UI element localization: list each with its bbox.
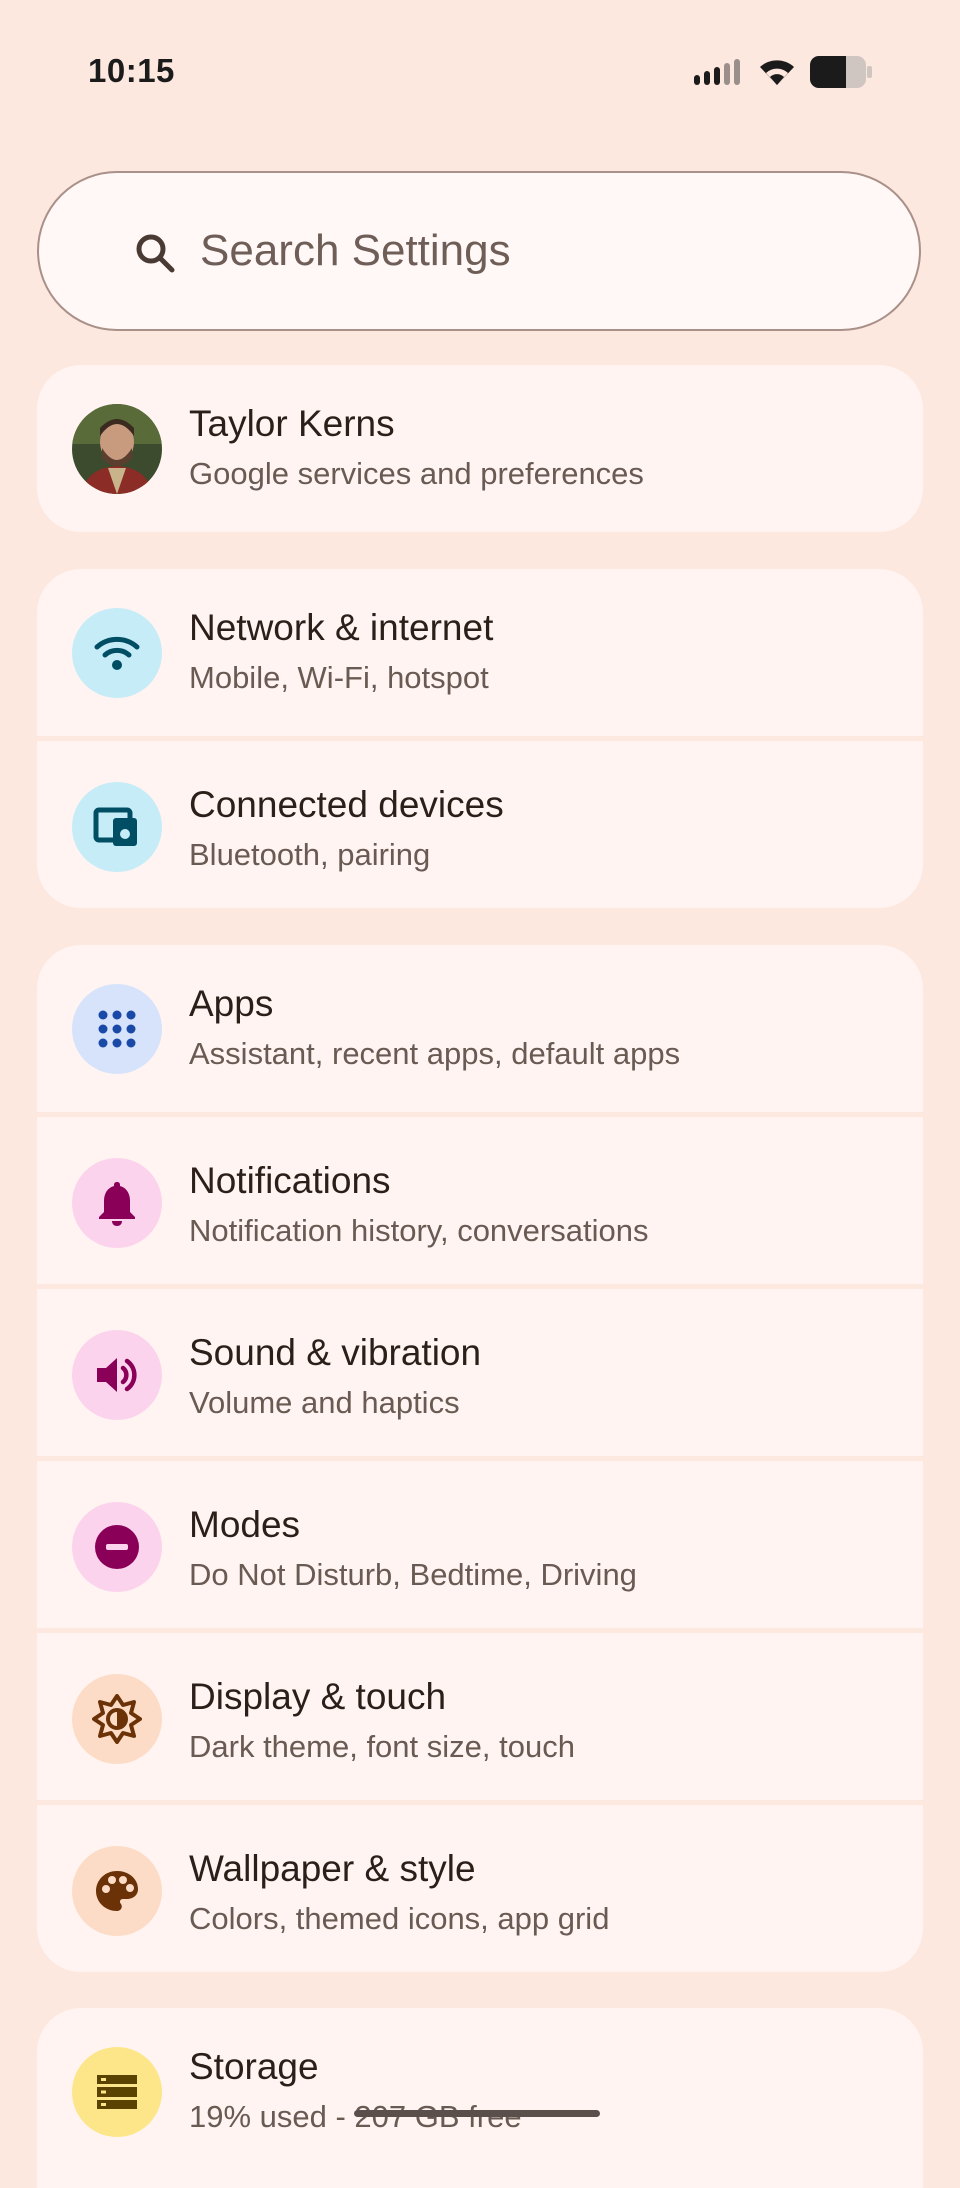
- account-card[interactable]: Taylor Kerns Google services and prefere…: [37, 365, 923, 532]
- settings-item-subtitle: 19% used - 207 GB free: [189, 2099, 522, 2134]
- status-bar: 10:15: [0, 0, 960, 150]
- settings-item-subtitle: Assistant, recent apps, default apps: [189, 1036, 681, 1071]
- account-name: Taylor Kerns: [189, 403, 395, 444]
- settings-item-subtitle: Mobile, Wi-Fi, hotspot: [189, 660, 489, 695]
- speaker-icon: [72, 1329, 162, 1420]
- settings-item-connected-devices[interactable]: Connected devices Bluetooth, pairing: [37, 736, 923, 908]
- do-not-disturb-icon: [72, 1501, 162, 1592]
- apps-grid-icon: [72, 983, 162, 1074]
- settings-item-title: Sound & vibration: [189, 1332, 482, 1373]
- signal-icon: [694, 59, 740, 85]
- settings-item-title: Display & touch: [189, 1676, 447, 1717]
- settings-item-subtitle: Notification history, conversations: [189, 1213, 649, 1248]
- settings-item-subtitle: Bluetooth, pairing: [189, 837, 431, 872]
- settings-item-title: Modes: [189, 1504, 301, 1545]
- status-time: 10:15: [88, 52, 175, 89]
- search-icon: [136, 234, 175, 273]
- settings-item-subtitle: Volume and haptics: [189, 1385, 460, 1420]
- home-gesture-bar[interactable]: [354, 2110, 600, 2117]
- bell-icon: [72, 1157, 162, 1248]
- settings-item-storage[interactable]: Storage 19% used - 207 GB free: [37, 2008, 923, 2175]
- settings-item-subtitle: Do Not Disturb, Bedtime, Driving: [189, 1557, 637, 1592]
- avatar: [72, 403, 162, 494]
- settings-item-apps[interactable]: Apps Assistant, recent apps, default app…: [37, 945, 923, 1112]
- settings-item-display[interactable]: Display & touch Dark theme, font size, t…: [37, 1628, 923, 1800]
- settings-item-wallpaper[interactable]: Wallpaper & style Colors, themed icons, …: [37, 1800, 923, 1972]
- settings-item-title: Storage: [189, 2046, 319, 2087]
- settings-item-notifications[interactable]: Notifications Notification history, conv…: [37, 1112, 923, 1284]
- wifi-icon: [72, 607, 162, 698]
- settings-item-title: Wallpaper & style: [189, 1848, 476, 1889]
- wifi-icon: [760, 60, 794, 85]
- settings-item-title: Connected devices: [189, 784, 504, 825]
- battery-icon: [810, 56, 872, 88]
- settings-item-subtitle: Dark theme, font size, touch: [189, 1729, 575, 1764]
- settings-item-modes[interactable]: Modes Do Not Disturb, Bedtime, Driving: [37, 1456, 923, 1628]
- settings-item-title: Network & internet: [189, 607, 494, 648]
- settings-group-device: Apps Assistant, recent apps, default app…: [37, 945, 923, 1972]
- account-item[interactable]: Taylor Kerns Google services and prefere…: [37, 365, 923, 532]
- settings-item-title: Notifications: [189, 1160, 391, 1201]
- storage-icon: [72, 2046, 162, 2137]
- settings-group-connectivity: Network & internet Mobile, Wi-Fi, hotspo…: [37, 569, 923, 908]
- palette-icon: [72, 1845, 162, 1936]
- settings-item-subtitle: Colors, themed icons, app grid: [189, 1901, 610, 1936]
- search-placeholder: Search Settings: [200, 226, 511, 275]
- connected-devices-icon: [72, 781, 162, 872]
- status-icons: [694, 56, 872, 88]
- account-subtitle: Google services and preferences: [189, 456, 644, 491]
- search-bar[interactable]: Search Settings: [37, 171, 921, 331]
- brightness-icon: [72, 1673, 162, 1764]
- settings-item-network[interactable]: Network & internet Mobile, Wi-Fi, hotspo…: [37, 569, 923, 736]
- settings-group-storage: Storage 19% used - 207 GB free: [37, 2008, 923, 2188]
- settings-item-title: Apps: [189, 983, 274, 1024]
- settings-item-sound[interactable]: Sound & vibration Volume and haptics: [37, 1284, 923, 1456]
